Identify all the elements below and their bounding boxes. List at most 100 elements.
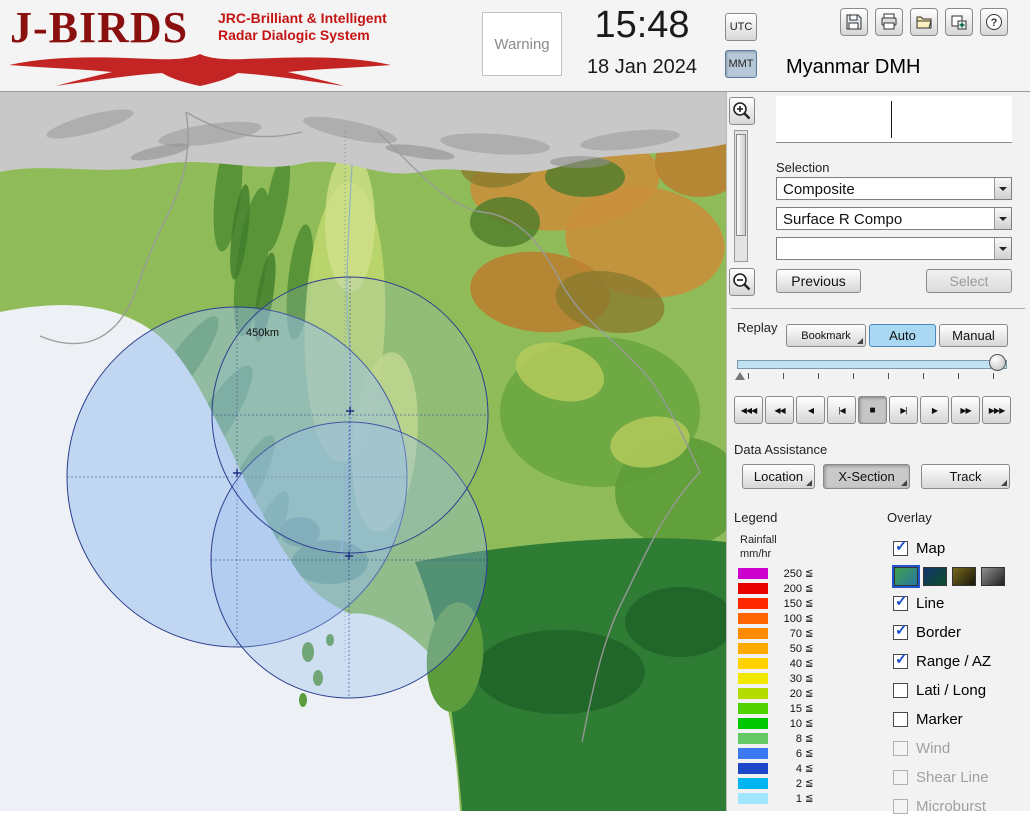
legend-row: 40 ≦ (738, 656, 858, 671)
location-button-label: Location (753, 469, 804, 484)
dropdown-arrow-button[interactable] (994, 208, 1011, 229)
overlay-item-range-az[interactable]: ✓ Range / AZ (893, 647, 1028, 676)
legend-value: 40 (789, 657, 802, 670)
track-button[interactable]: Track (921, 464, 1010, 489)
save-button[interactable] (840, 8, 868, 36)
playback-step-back-button[interactable]: ◀ (796, 396, 825, 424)
utc-button[interactable]: UTC (725, 13, 757, 41)
checkbox[interactable]: ✓ (893, 622, 908, 640)
legend-leq-symbol: ≦ (805, 793, 814, 804)
map-style-swatch-gray-dark[interactable] (981, 566, 1005, 586)
playback-fast-forward-button[interactable]: ▶▶▶ (982, 396, 1011, 424)
checkbox (893, 770, 908, 785)
import-button[interactable] (945, 8, 973, 36)
overlay-item-marker[interactable]: Marker (893, 705, 1028, 734)
zoom-in-button[interactable] (729, 97, 755, 125)
legend-color-swatch (738, 613, 768, 624)
overlay-item-label: Border (916, 624, 962, 641)
print-button[interactable] (875, 8, 903, 36)
playback-go-start-button[interactable]: |◀ (827, 396, 856, 424)
timeline-tick (993, 373, 994, 379)
overlay-item-label: Wind (916, 740, 951, 757)
open-button[interactable] (910, 8, 938, 36)
legend-color-swatch (738, 673, 768, 684)
zoom-slider-thumb[interactable] (736, 134, 746, 236)
product-option-dropdown[interactable] (776, 237, 1012, 260)
location-button[interactable]: Location (742, 464, 815, 489)
playback-forward-button[interactable]: ▶▶ (951, 396, 980, 424)
playback-controls: ◀◀◀ ◀◀ ◀ |◀ ■ ▶| ▶ ▶▶ ▶▶▶ (734, 396, 1011, 424)
legend-row: 8 ≦ (738, 731, 858, 746)
playback-go-end-button[interactable]: ▶| (889, 396, 918, 424)
checkbox[interactable]: ✓ (893, 538, 908, 556)
zoom-out-button[interactable] (729, 268, 755, 296)
legend-leq-symbol: ≦ (805, 673, 814, 684)
timeline-track[interactable] (737, 360, 1007, 369)
playback-fast-rewind-button[interactable]: ◀◀◀ (734, 396, 763, 424)
radar-map[interactable]: 450km (0, 92, 726, 811)
overlay-item-label: Lati / Long (916, 682, 987, 699)
bookmark-button[interactable]: Bookmark (786, 324, 866, 347)
playback-stop-button[interactable]: ■ (858, 396, 887, 424)
map-style-swatches (892, 563, 1028, 589)
map-style-swatch-olive-dark[interactable] (952, 566, 976, 586)
product-display (776, 96, 1012, 143)
legend-value: 10 (789, 717, 802, 730)
legend-color-swatch (738, 688, 768, 699)
previous-button[interactable]: Previous (776, 269, 861, 293)
mmt-button[interactable]: MMT (725, 50, 757, 78)
app-subtitle: JRC-Brilliant & Intelligent Radar Dialog… (218, 10, 387, 44)
selection-label: Selection (776, 160, 830, 175)
checkbox[interactable] (893, 683, 908, 698)
warning-panel[interactable]: Warning (482, 12, 562, 76)
chevron-down-icon (999, 186, 1007, 195)
x-section-button[interactable]: X-Section (823, 464, 910, 489)
overlay-item-label: Line (916, 595, 945, 612)
legend-value: 6 (795, 747, 802, 760)
legend-unit-line1: Rainfall (740, 534, 777, 546)
legend-leq-symbol: ≦ (805, 658, 814, 669)
playback-rewind-button[interactable]: ◀◀ (765, 396, 794, 424)
menu-corner-icon (901, 480, 907, 486)
overlay-item-border[interactable]: ✓ Border (893, 618, 1028, 647)
timeline-tick (923, 373, 924, 379)
checkbox (893, 799, 908, 814)
dropdown-value: Composite (783, 181, 855, 198)
check-mark-icon: ✓ (895, 651, 908, 668)
x-section-button-label: X-Section (838, 469, 895, 484)
dropdown-arrow-button[interactable] (994, 178, 1011, 199)
replay-manual-button[interactable]: Manual (939, 324, 1008, 347)
legend-color-swatch (738, 703, 768, 714)
help-button[interactable]: ? (980, 8, 1008, 36)
legend-row: 250 ≦ (738, 566, 858, 581)
overlay-item-map[interactable]: ✓ Map (893, 534, 1028, 563)
legend-value: 100 (783, 612, 802, 625)
checkbox[interactable] (893, 712, 908, 727)
checkbox (893, 741, 908, 756)
legend-unit-line2: mm/hr (740, 548, 772, 560)
dropdown-arrow-button[interactable] (994, 238, 1011, 259)
map-style-swatch-green-terrain[interactable] (892, 564, 920, 588)
import-icon (951, 15, 967, 30)
map-image[interactable]: 450km (0, 92, 726, 811)
product-type-dropdown[interactable]: Composite (776, 177, 1012, 200)
select-button: Select (926, 269, 1012, 293)
app-subtitle-line2: Radar Dialogic System (218, 27, 370, 43)
checkbox[interactable]: ✓ (893, 593, 908, 611)
zoom-slider[interactable] (734, 130, 748, 262)
legend-leq-symbol: ≦ (805, 643, 814, 654)
timeline-handle[interactable] (989, 354, 1006, 371)
legend-value: 8 (795, 732, 802, 745)
overlay-item-lati-long[interactable]: Lati / Long (893, 676, 1028, 705)
legend-color-swatch (738, 628, 768, 639)
overlay-item-line[interactable]: ✓ Line (893, 589, 1028, 618)
replay-auto-button[interactable]: Auto (869, 324, 936, 347)
product-name-dropdown[interactable]: Surface R Compo (776, 207, 1012, 230)
checkbox[interactable]: ✓ (893, 651, 908, 669)
playback-play-button[interactable]: ▶ (920, 396, 949, 424)
map-style-swatch-dark-blue-green[interactable] (923, 566, 947, 586)
legend-rows: 250 ≦ 200 ≦ 150 ≦ 100 ≦ 70 ≦ 50 ≦ 40 ≦ 30 ≦ 20 ≦ 15 ≦ 10 ≦ 8 ≦ 6… (738, 566, 858, 806)
legend-value: 1 (795, 792, 802, 805)
folder-icon (916, 16, 932, 29)
overlay-item-label: Microburst (916, 798, 987, 815)
